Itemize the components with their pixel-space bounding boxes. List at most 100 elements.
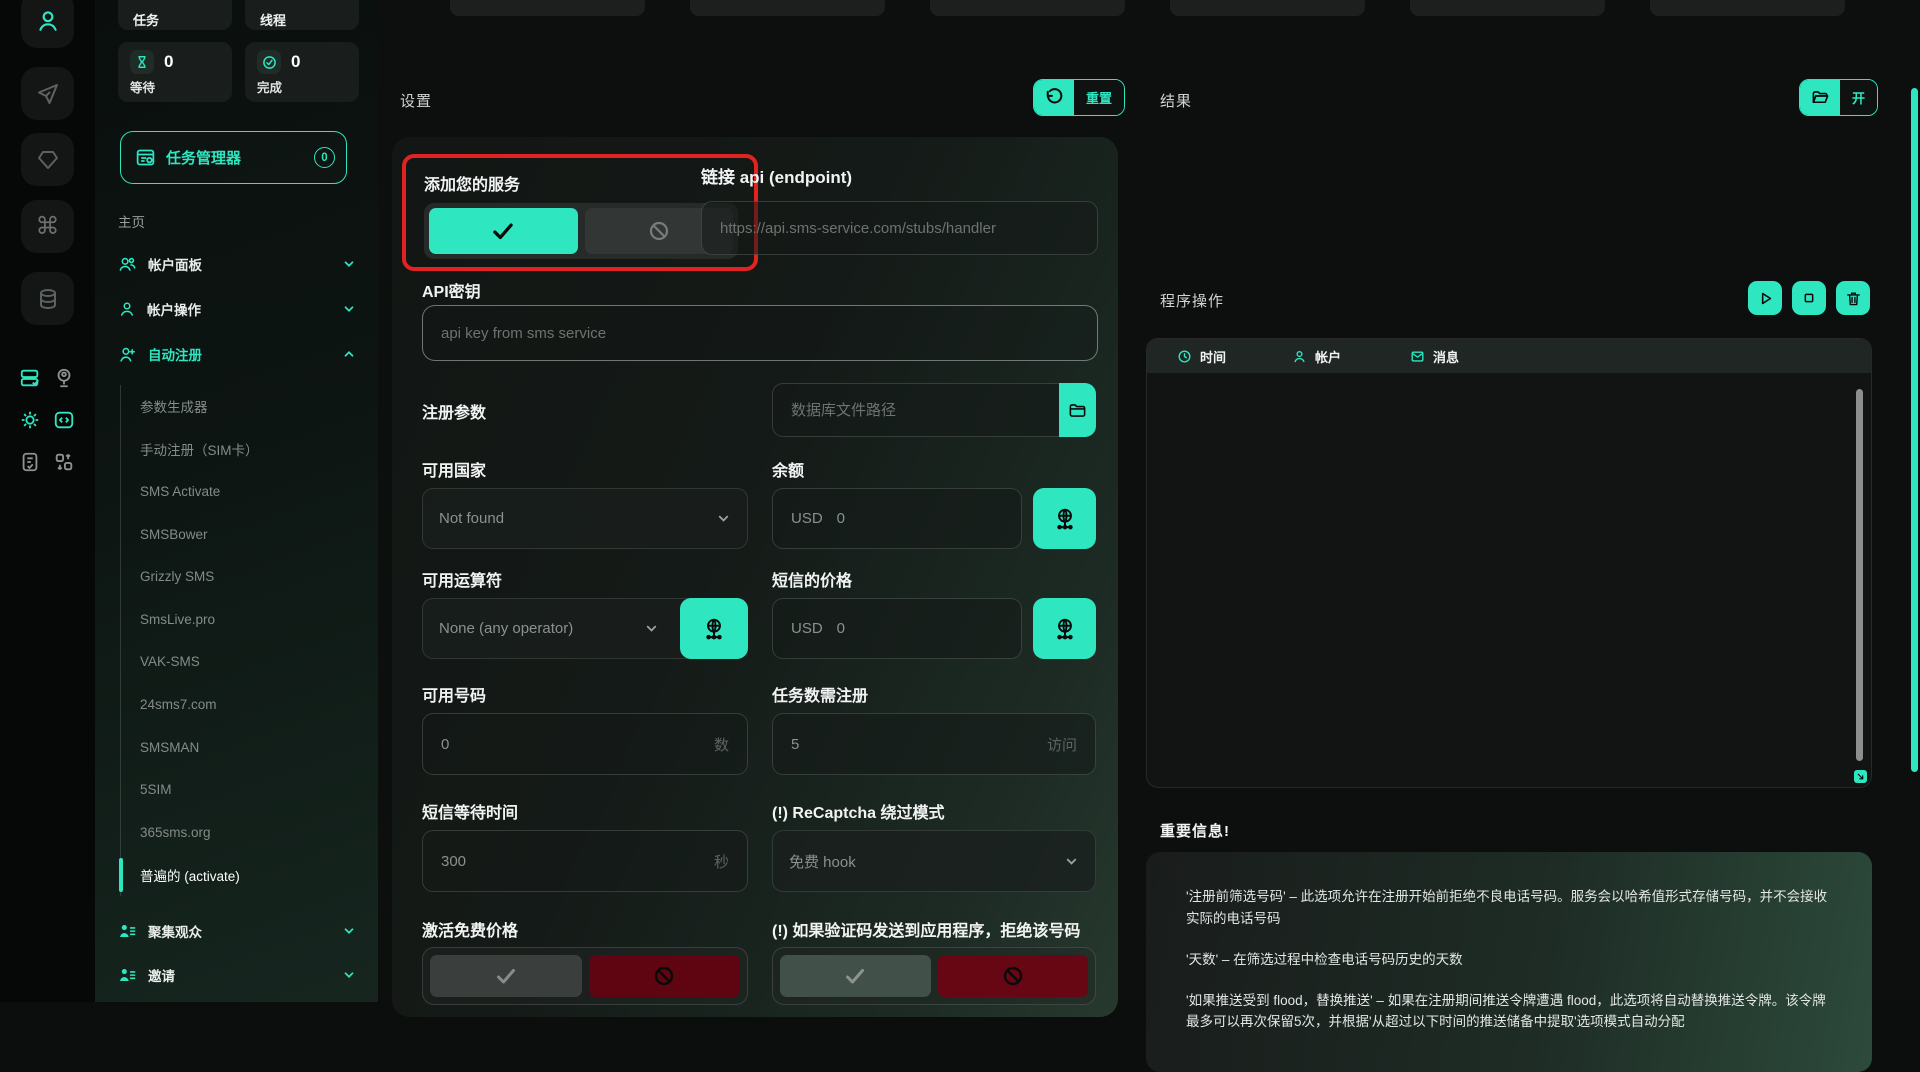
endpoint-input[interactable] bbox=[720, 220, 1079, 237]
stop-button[interactable] bbox=[1792, 281, 1826, 315]
submenu-item[interactable]: 普遍的 (activate) bbox=[121, 854, 360, 897]
resize-handle[interactable] bbox=[1854, 770, 1867, 783]
sidebar-item-auto-register[interactable]: 自动注册 bbox=[118, 344, 356, 364]
person-icon bbox=[1292, 349, 1307, 364]
submenu-item[interactable]: VAK-SMS bbox=[121, 641, 360, 684]
submenu-item[interactable]: SmsLive.pro bbox=[121, 598, 360, 641]
country-select[interactable]: Not found bbox=[422, 488, 748, 549]
database-button[interactable] bbox=[21, 272, 74, 325]
threads-card-label: 线程 bbox=[260, 13, 286, 28]
webcam-person-icon[interactable] bbox=[52, 366, 76, 390]
endpoint-label: 链接 api (endpoint) bbox=[701, 163, 852, 188]
submenu-item-label: 参数生成器 bbox=[140, 396, 208, 416]
sidebar-item-label: 自动注册 bbox=[148, 344, 202, 364]
server-check-icon[interactable] bbox=[18, 366, 42, 390]
sms-wait-suffix: 秒 bbox=[714, 851, 729, 872]
person-list-icon bbox=[118, 966, 137, 985]
submenu-item-label: VAK-SMS bbox=[140, 654, 200, 669]
people-icon bbox=[118, 255, 137, 274]
prohibit-icon bbox=[652, 964, 676, 988]
check-icon bbox=[494, 964, 518, 988]
submenu-item[interactable]: 5SIM bbox=[121, 768, 360, 811]
free-price-reject-button[interactable] bbox=[589, 955, 741, 997]
table-scrollbar[interactable] bbox=[1856, 389, 1863, 761]
premium-button[interactable] bbox=[21, 133, 74, 186]
info-paragraph: '天数' – 在筛选过程中检查电话号码历史的天数 bbox=[1186, 949, 1832, 971]
globe-network-icon bbox=[701, 616, 727, 642]
free-price-toggle bbox=[422, 947, 748, 1005]
recaptcha-select[interactable]: 免费 hook bbox=[772, 830, 1096, 892]
tasks-label: 任务数需注册 bbox=[772, 682, 868, 706]
db-path-field-wrap bbox=[772, 383, 1059, 437]
top-tab[interactable] bbox=[1170, 0, 1365, 16]
sidebar-item-accounts-ops[interactable]: 帐户操作 bbox=[118, 299, 356, 319]
db-path-input[interactable] bbox=[791, 402, 1041, 419]
sidebar-item-gather-audience[interactable]: 聚集观众 bbox=[118, 921, 356, 941]
chevron-down-icon bbox=[342, 302, 356, 316]
free-price-accept-button[interactable] bbox=[430, 955, 582, 997]
sidebar-item-invite[interactable]: 邀请 bbox=[118, 965, 356, 985]
prohibit-icon bbox=[647, 219, 671, 243]
done-counter-card: 0 完成 bbox=[245, 42, 359, 102]
check-icon bbox=[843, 964, 867, 988]
submenu-item[interactable]: 参数生成器 bbox=[121, 385, 360, 428]
gear-icon[interactable] bbox=[18, 408, 42, 432]
tasks-input[interactable] bbox=[791, 736, 1039, 753]
send-button[interactable] bbox=[21, 67, 74, 120]
service-accept-button[interactable] bbox=[429, 208, 578, 254]
command-button[interactable]: ⌘ bbox=[21, 200, 74, 253]
reject-app-accept-button[interactable] bbox=[780, 955, 931, 997]
submenu-item[interactable]: Grizzly SMS bbox=[121, 555, 360, 598]
operator-label: 可用运算符 bbox=[422, 567, 502, 591]
operator-value: None (any operator) bbox=[439, 620, 573, 637]
submenu-item[interactable]: SMSMAN bbox=[121, 726, 360, 769]
play-button[interactable] bbox=[1748, 281, 1782, 315]
chevron-down-icon bbox=[342, 924, 356, 938]
sidebar-item-accounts-panel[interactable]: 帐户面板 bbox=[118, 254, 356, 274]
column-account[interactable]: 帐户 bbox=[1292, 347, 1410, 366]
numbers-input[interactable] bbox=[441, 736, 706, 753]
trash-button[interactable] bbox=[1836, 281, 1870, 315]
submenu-item[interactable]: SMSBower bbox=[121, 513, 360, 556]
submenu-item[interactable]: 24sms7.com bbox=[121, 683, 360, 726]
operator-refresh-button[interactable] bbox=[680, 598, 748, 659]
swap-icon[interactable] bbox=[52, 450, 76, 474]
submenu-item[interactable]: SMS Activate bbox=[121, 470, 360, 513]
reset-button[interactable]: 重置 bbox=[1033, 79, 1125, 116]
window-scrollbar[interactable] bbox=[1911, 88, 1918, 772]
folder-icon bbox=[1068, 401, 1087, 420]
submenu-item[interactable]: 365sms.org bbox=[121, 811, 360, 854]
top-tab[interactable] bbox=[690, 0, 885, 16]
tasks-field-wrap: 访问 bbox=[772, 713, 1096, 775]
play-icon bbox=[1757, 290, 1774, 307]
sms-wait-input[interactable] bbox=[441, 853, 706, 870]
chevron-down-icon bbox=[644, 621, 659, 636]
browse-db-button[interactable] bbox=[1059, 383, 1096, 437]
balance-refresh-button[interactable] bbox=[1033, 488, 1096, 549]
waiting-counter-card: 0 等待 bbox=[118, 42, 232, 102]
profile-icon-button[interactable] bbox=[21, 0, 74, 48]
program-ops-title: 程序操作 bbox=[1160, 290, 1224, 311]
top-tab[interactable] bbox=[1650, 0, 1845, 16]
database-icon bbox=[36, 287, 60, 311]
submenu-item[interactable]: 手动注册（SIM卡） bbox=[121, 428, 360, 471]
top-tab[interactable] bbox=[1410, 0, 1605, 16]
check-icon bbox=[490, 218, 516, 244]
top-tab[interactable] bbox=[450, 0, 645, 16]
submenu-item-label: SMSBower bbox=[140, 527, 208, 542]
task-manager-button[interactable]: 任务管理器 0 bbox=[120, 131, 347, 184]
open-results-button[interactable]: 开 bbox=[1799, 79, 1878, 116]
results-table-header: 时间 帐户 消息 bbox=[1147, 339, 1871, 373]
column-message[interactable]: 消息 bbox=[1410, 347, 1459, 366]
icon-rail: ⌘ bbox=[0, 0, 95, 1002]
api-key-input[interactable] bbox=[441, 325, 1079, 342]
reject-app-reject-button[interactable] bbox=[938, 955, 1089, 997]
top-tab[interactable] bbox=[930, 0, 1125, 16]
code-window-icon[interactable] bbox=[52, 408, 76, 432]
command-icon: ⌘ bbox=[36, 212, 60, 241]
document-check-icon[interactable] bbox=[18, 450, 42, 474]
column-time[interactable]: 时间 bbox=[1177, 347, 1292, 366]
price-refresh-button[interactable] bbox=[1033, 598, 1096, 659]
tasks-card: 任务 bbox=[118, 0, 232, 30]
section-home[interactable]: 主页 bbox=[118, 211, 145, 231]
